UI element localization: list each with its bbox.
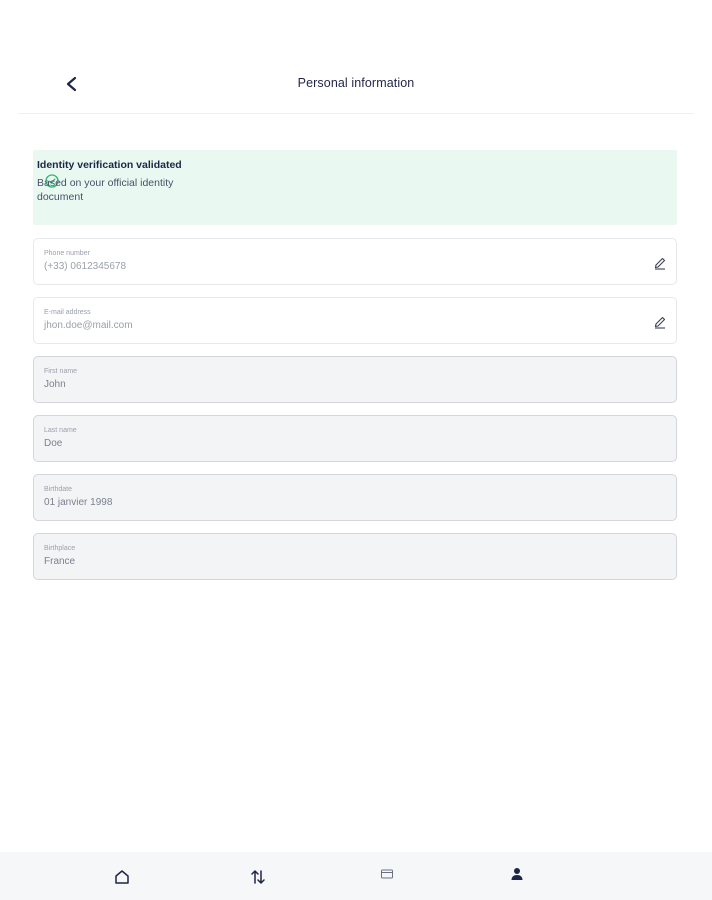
bottom-navigation (0, 852, 712, 900)
nav-profile[interactable] (506, 863, 528, 885)
wallet-icon (381, 869, 393, 879)
edit-phone-button[interactable] (652, 255, 668, 271)
phone-number-value: (+33) 0612345678 (44, 261, 127, 272)
pencil-icon (654, 316, 666, 329)
phone-number-label: Phone number (44, 250, 90, 257)
birthdate-value: 01 janvier 1998 (44, 497, 113, 508)
email-field[interactable]: E-mail address jhon.doe@mail.com (33, 297, 677, 344)
transfer-arrows-icon (251, 870, 265, 884)
first-name-label: First name (44, 368, 78, 375)
edit-email-button[interactable] (652, 314, 668, 330)
banner-title: Identity verification validated (37, 159, 182, 171)
birthdate-label: Birthdate (44, 486, 73, 493)
home-icon (115, 870, 129, 884)
birthdate-field: Birthdate 01 janvier 1998 (33, 474, 677, 521)
first-name-field: First name John (33, 356, 677, 403)
banner-text: Based on your official identity document (37, 177, 174, 203)
last-name-value: Doe (44, 438, 63, 449)
nav-transfers[interactable] (247, 866, 269, 888)
user-icon (511, 868, 523, 880)
app-header: Personal information (0, 0, 712, 114)
page-title: Personal information (297, 76, 415, 90)
email-label: E-mail address (44, 309, 91, 316)
birthplace-field: Birthplace France (33, 533, 677, 580)
pencil-icon (654, 257, 666, 270)
birthplace-label: Birthplace (44, 545, 76, 552)
last-name-label: Last name (44, 427, 77, 434)
nav-home[interactable] (111, 866, 133, 888)
last-name-field: Last name Doe (33, 415, 677, 462)
nav-wallet[interactable] (376, 863, 398, 885)
phone-number-field[interactable]: Phone number (+33) 0612345678 (33, 238, 677, 285)
birthplace-value: France (44, 556, 76, 567)
email-value: jhon.doe@mail.com (44, 320, 133, 331)
first-name-value: John (44, 379, 66, 390)
header-divider (18, 113, 694, 114)
